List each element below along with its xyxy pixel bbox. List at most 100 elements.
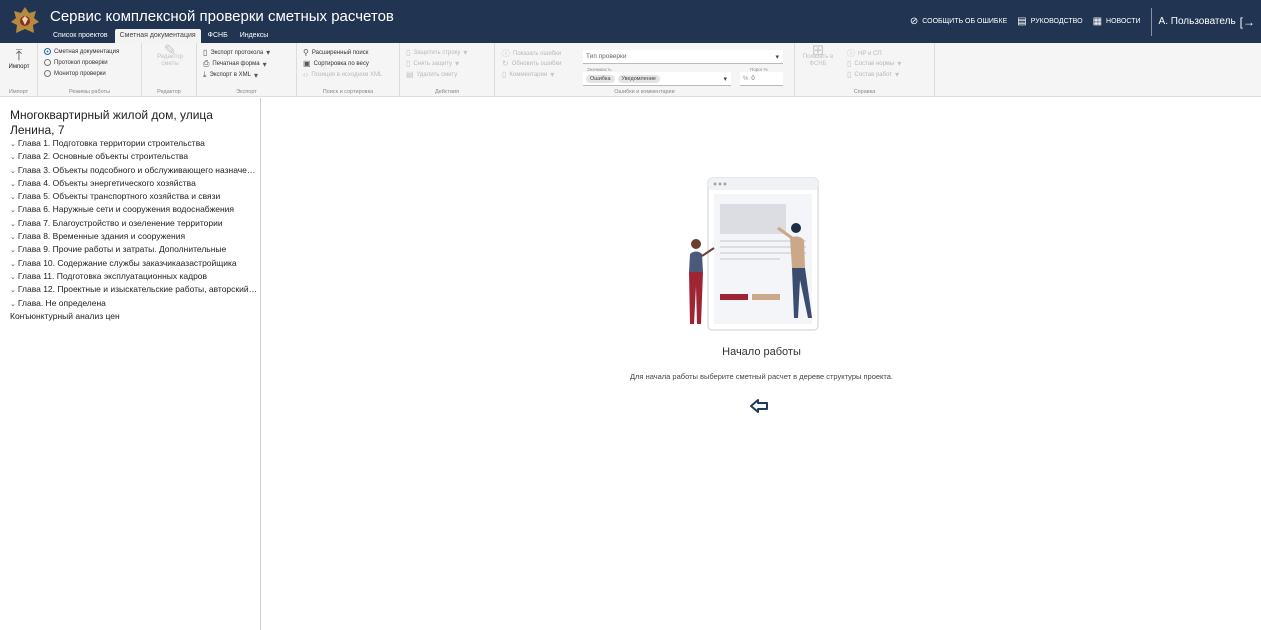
chevron-down-icon[interactable]: ⌄: [10, 154, 16, 161]
tree-chapter[interactable]: ⌄ Глава 3. Объекты подсобного и обслужива…: [10, 164, 258, 177]
chevron-down-icon[interactable]: ⌄: [10, 234, 16, 241]
chevron-down-icon[interactable]: ⌄: [10, 194, 16, 201]
mode-protocol[interactable]: Протокол проверки: [44, 59, 108, 66]
overhead-button[interactable]: ⓘ НР и СП: [847, 48, 882, 59]
chip-notification[interactable]: Уведомление: [617, 74, 660, 83]
document-icon: ▤: [1017, 16, 1027, 27]
chevron-down-icon[interactable]: ⌄: [10, 247, 16, 254]
significance-select[interactable]: Ошибка Уведомление ▾: [583, 72, 731, 86]
app-title: Сервис комплексной проверки сметных расч…: [50, 8, 394, 25]
tree-chapter[interactable]: ⌄ Глава 12. Проектные и изыскательские ра…: [10, 283, 258, 296]
comments-button[interactable]: ▯ Комментарии ▾: [502, 70, 554, 79]
chevron-down-icon[interactable]: ⌄: [10, 221, 16, 228]
tab-projects[interactable]: Список проектов: [48, 29, 113, 43]
coat-of-arms-logo: [11, 7, 39, 33]
tree-chapter[interactable]: ⌄ Глава. Не определена: [10, 297, 258, 310]
protect-row-button[interactable]: ▯ Защитить строку ▾: [406, 48, 467, 57]
remove-protection-button[interactable]: ▯ Снять защиту ▾: [406, 59, 459, 68]
radio-selected-icon: [44, 48, 51, 55]
tree-chapter-label: Глава 5. Объекты транспортного хозяйства…: [17, 191, 221, 202]
tree-chapter-label: Глава 12. Проектные и изыскательские раб…: [17, 284, 258, 295]
delete-estimate-label: Удалить смету: [416, 71, 458, 78]
project-title[interactable]: Многоквартирный жилой дом, улица Ленина,…: [10, 108, 258, 138]
work-composition-button[interactable]: ▯ Состав работ ▾: [847, 70, 899, 79]
group-reference: ⊞ Показать в ФСНБ ⓘ НР и СП ▯ Состав нормы…: [795, 43, 935, 97]
chevron-down-icon[interactable]: ⌄: [10, 274, 16, 281]
chevron-down-icon[interactable]: ⌄: [10, 141, 16, 148]
file-icon: ▯: [406, 59, 411, 68]
tree-chapter[interactable]: ⌄ Глава 5. Объекты транспортного хозяйств…: [10, 190, 258, 203]
news-link[interactable]: ▦ новости: [1093, 16, 1141, 27]
chevron-down-icon[interactable]: ⌄: [10, 287, 16, 294]
chip-error[interactable]: Ошибка: [586, 74, 615, 83]
trash-icon: ▤: [406, 70, 414, 79]
tree-chapter[interactable]: ⌄ Глава 6. Наружные сети и сооружения вод…: [10, 203, 258, 216]
xml-position-button[interactable]: ‹› Позиция в исходном XML: [303, 70, 382, 79]
chevron-down-icon[interactable]: ⌄: [10, 181, 16, 188]
xml-position-label: Позиция в исходном XML: [311, 71, 383, 78]
file-icon: ▯: [847, 70, 852, 79]
chevron-down-icon[interactable]: ⌄: [10, 301, 16, 308]
protect-row-label: Защитить строку: [413, 49, 461, 56]
norm-composition-button[interactable]: ▯ Состав нормы ▾: [847, 59, 901, 68]
mode-monitor[interactable]: Монитор проверки: [44, 70, 106, 77]
chevron-down-icon[interactable]: ⌄: [10, 207, 16, 214]
sort-icon: ▣: [303, 59, 311, 68]
tree-chapter[interactable]: ⌄ Глава 10. Содержание службы заказчикааз…: [10, 257, 258, 270]
group-export-label: Экспорт: [236, 89, 257, 95]
chevron-down-icon[interactable]: ⌄: [10, 261, 16, 268]
chevron-down-icon[interactable]: ⌄: [10, 168, 16, 175]
empty-state-title: Начало работы: [722, 346, 801, 358]
group-search: ⚲ Расширенный поиск ▣ Сортировка по весу ‹…: [297, 43, 400, 97]
advanced-search-label: Расширенный поиск: [311, 49, 369, 56]
editor-button[interactable]: ✎ Редактор сметы: [148, 43, 192, 68]
start-work-illustration: [689, 177, 819, 331]
report-error-link[interactable]: ⊘ сообщить об ошибке: [910, 16, 1007, 27]
refresh-errors-button[interactable]: ↻ Обновить ошибки: [502, 59, 561, 68]
export-xml-label: Экспорт в XML: [209, 72, 251, 78]
logout-icon[interactable]: [→: [1240, 15, 1255, 29]
show-in-fsnb-label: Показать в ФСНБ: [802, 54, 834, 67]
manual-label: руководство: [1030, 18, 1083, 25]
tree-chapter[interactable]: ⌄ Глава 8. Временные здания и сооружения: [10, 230, 258, 243]
tree-chapter[interactable]: ⌄ Глава 1. Подготовка территории строител…: [10, 137, 258, 150]
tree-chapter[interactable]: ⌄ Глава 4. Объекты энергетического хозяйс…: [10, 177, 258, 190]
group-actions-label: Действия: [434, 89, 460, 95]
tab-fsnb[interactable]: ФСНБ: [203, 29, 233, 43]
tab-estimate-docs[interactable]: Сметная документация: [114, 29, 201, 43]
tree-chapter[interactable]: ⌄ Глава 9. Прочие работы и затраты. Допол…: [10, 243, 258, 256]
advanced-search-button[interactable]: ⚲ Расширенный поиск: [303, 48, 368, 57]
delete-estimate-button[interactable]: ▤ Удалить смету: [406, 70, 457, 79]
tree-chapter[interactable]: ⌄ Глава 2. Основные объекты строительства: [10, 150, 258, 163]
sort-by-weight-button[interactable]: ▣ Сортировка по весу: [303, 59, 369, 68]
percent-prefix: %: [743, 75, 749, 82]
tree-chapter[interactable]: ⌄ Глава 7. Благоустройство и озеленение т…: [10, 217, 258, 230]
caret-down-icon: ▾: [463, 48, 468, 57]
mode-estimate-docs[interactable]: Сметная документация: [44, 48, 119, 55]
manual-link[interactable]: ▤ руководство: [1017, 16, 1082, 27]
info-icon: ⓘ: [502, 49, 510, 58]
report-error-label: сообщить об ошибке: [922, 18, 1008, 25]
check-type-placeholder: Тип проверки: [586, 53, 627, 60]
tree-item-price-analysis[interactable]: Конъюнктурный анализ цен: [10, 310, 258, 323]
tree-chapter[interactable]: ⌄ Глава 11. Подготовка эксплуатационных к…: [10, 270, 258, 283]
group-actions: ▯ Защитить строку ▾ ▯ Снять защиту ▾ ▤ Удалит…: [400, 43, 495, 97]
caret-down-icon: ▾: [723, 75, 727, 83]
tab-indexes[interactable]: Индексы: [235, 29, 274, 43]
export-xml-button[interactable]: ⤓ Экспорт в XML ▾: [203, 70, 258, 80]
group-import: ⤒ Импорт Импорт: [0, 43, 38, 97]
user-name[interactable]: А. Пользователь: [1159, 16, 1236, 27]
threshold-input[interactable]: % 0: [740, 72, 783, 86]
check-type-select[interactable]: Тип проверки ▾: [583, 50, 783, 64]
file-icon: ▯: [406, 48, 411, 57]
project-tree-panel: Многоквартирный жилой дом, улица Ленина,…: [0, 98, 261, 630]
import-button[interactable]: ⤒ Импорт: [5, 47, 33, 70]
tree-chapter-label: Глава 9. Прочие работы и затраты. Дополн…: [17, 244, 227, 255]
show-in-fsnb-button[interactable]: ⊞ Показать в ФСНБ: [799, 43, 837, 68]
export-protocol-button[interactable]: ▯ Экспорт протокола ▾: [203, 48, 270, 57]
print-form-button[interactable]: ⎙ Печатная форма ▾: [203, 59, 267, 69]
export-protocol-label: Экспорт протокола: [210, 49, 264, 56]
show-errors-button[interactable]: ⓘ Показать ошибки: [502, 48, 561, 59]
comments-label: Комментарии: [509, 71, 548, 78]
code-icon: ‹›: [303, 70, 309, 79]
